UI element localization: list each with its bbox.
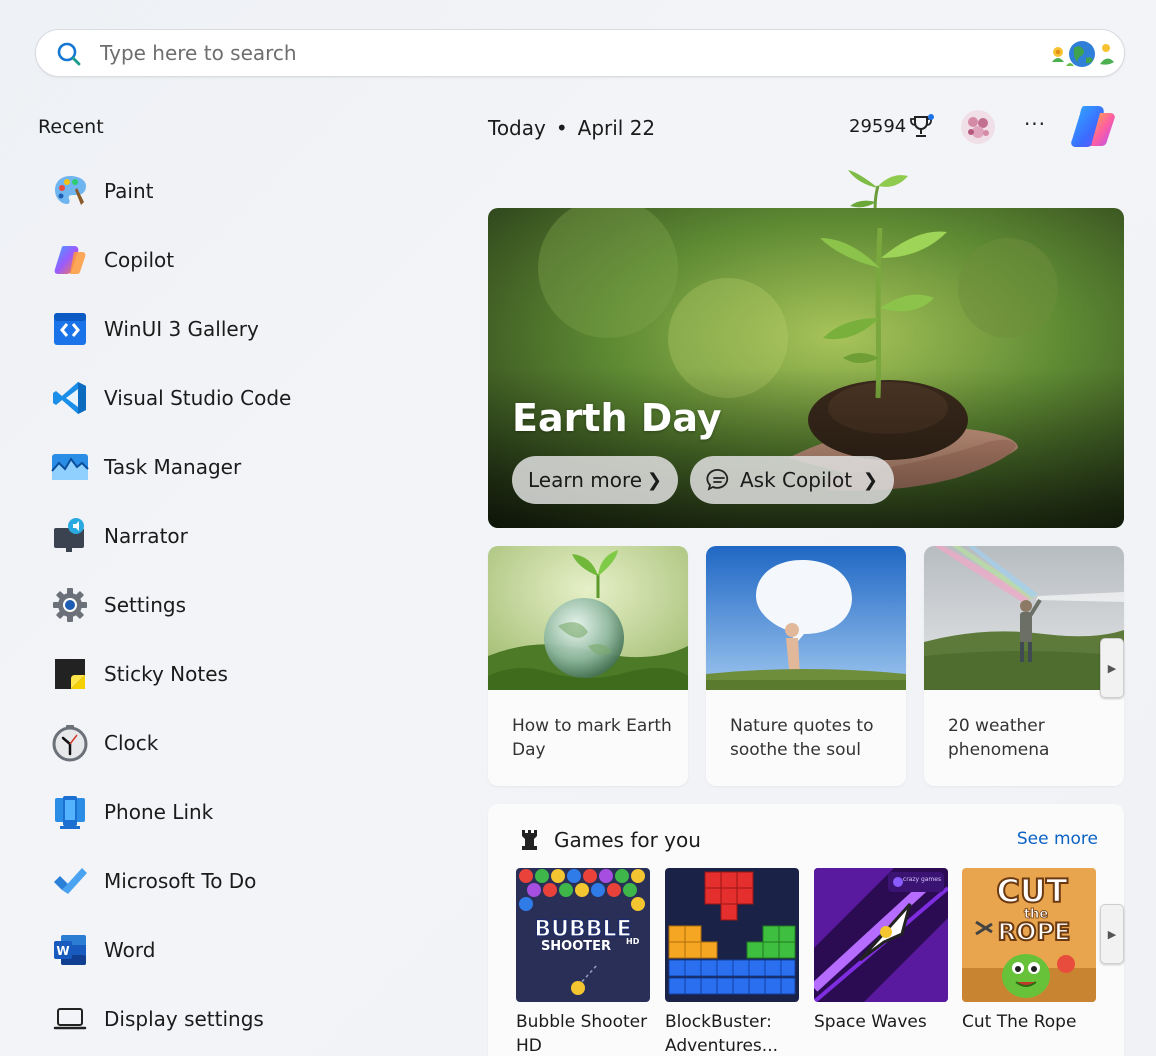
search-box[interactable] xyxy=(35,29,1125,77)
caret-right-icon: ▶ xyxy=(1107,927,1117,941)
narrator-icon xyxy=(50,516,90,556)
recent-item-label: Visual Studio Code xyxy=(104,385,292,410)
cut-the-rope-thumbnail: CUT the ROPE xyxy=(962,868,1096,1002)
bubble-art-line2: SHOOTER xyxy=(541,939,611,954)
recent-item-task-manager[interactable]: Task Manager xyxy=(50,432,450,501)
learn-more-label: Learn more xyxy=(528,468,643,492)
game-name: Cut The Rope xyxy=(962,1012,1077,1032)
cards-scroll-right-button[interactable]: ▶ xyxy=(1100,638,1124,698)
ctr-art-line1: CUT xyxy=(996,872,1067,910)
recent-item-clock[interactable]: Clock xyxy=(50,708,450,777)
recent-item-copilot[interactable]: Copilot xyxy=(50,225,450,294)
recent-item-label: Settings xyxy=(104,592,187,617)
card-caption: 20 weather phenomena xyxy=(948,716,1050,760)
game-space-waves[interactable]: crazy games Space Waves xyxy=(814,868,948,1034)
recent-item-label: Microsoft To Do xyxy=(104,868,257,893)
recent-item-label: Narrator xyxy=(104,523,188,548)
see-more-link[interactable]: See more xyxy=(1017,829,1098,849)
recent-item-label: Word xyxy=(104,937,156,962)
bubble-art-badge: HD xyxy=(626,937,640,946)
learn-more-button[interactable]: Learn more ❯ xyxy=(512,456,678,504)
phone-link-icon xyxy=(50,792,90,832)
recent-item-label: WinUI 3 Gallery xyxy=(104,316,259,341)
game-name: BlockBuster: Adventures... xyxy=(665,1012,778,1056)
recent-item-label: Phone Link xyxy=(104,799,214,824)
recent-item-label: Task Manager xyxy=(104,454,242,479)
games-heading: Games for you xyxy=(554,828,701,852)
ctr-art-line3: ROPE xyxy=(998,918,1071,946)
separator-dot: • xyxy=(555,116,568,140)
recent-item-label: Sticky Notes xyxy=(104,661,228,686)
vscode-icon xyxy=(50,378,90,418)
chess-rook-icon xyxy=(522,830,537,850)
ask-copilot-label: Ask Copilot xyxy=(740,468,853,492)
recent-item-phone-link[interactable]: Phone Link xyxy=(50,777,450,846)
game-name: Space Waves xyxy=(814,1012,927,1032)
recent-item-display-settings[interactable]: Display settings xyxy=(50,984,450,1053)
blockbuster-thumbnail xyxy=(665,868,799,1002)
task-manager-icon xyxy=(50,447,90,487)
chevron-right-icon: ❯ xyxy=(646,469,662,491)
chat-bubble-icon xyxy=(706,469,729,491)
search-icon xyxy=(57,42,81,66)
space-waves-badge: crazy games xyxy=(903,876,941,883)
earth-day-icon[interactable] xyxy=(1048,36,1116,72)
recent-item-winui-gallery[interactable]: WinUI 3 Gallery xyxy=(50,294,450,363)
speech-balloon-image xyxy=(706,546,906,690)
today-label: Today xyxy=(488,116,546,140)
recent-item-label: Copilot xyxy=(104,247,175,272)
rewards-points[interactable]: 29594 xyxy=(849,116,906,137)
date-label: April 22 xyxy=(577,116,656,140)
game-blockbuster[interactable]: BlockBuster: Adventures... xyxy=(665,868,799,1056)
game-cut-the-rope[interactable]: CUT the ROPE Cut The Rope xyxy=(962,868,1096,1034)
card-caption: How to mark Earth Day xyxy=(512,716,672,760)
clock-icon xyxy=(50,723,90,763)
laptop-icon xyxy=(50,999,90,1039)
search-input[interactable] xyxy=(100,36,1000,70)
card-weather-phenomena[interactable]: 20 weather phenomena xyxy=(924,546,1124,786)
game-name: Bubble Shooter HD xyxy=(516,1012,648,1056)
recent-item-word[interactable]: W Word xyxy=(50,915,450,984)
copilot-button-icon[interactable] xyxy=(1070,103,1118,149)
recent-item-vscode[interactable]: Visual Studio Code xyxy=(50,363,450,432)
card-nature-quotes[interactable]: Nature quotes to soothe the soul xyxy=(706,546,906,786)
recent-heading: Recent xyxy=(38,116,104,138)
hero-title: Earth Day xyxy=(512,396,722,440)
recent-item-narrator[interactable]: Narrator xyxy=(50,501,450,570)
sticky-notes-icon xyxy=(50,654,90,694)
card-caption: Nature quotes to soothe the soul xyxy=(730,716,874,760)
recent-item-sticky-notes[interactable]: Sticky Notes xyxy=(50,639,450,708)
word-icon: W xyxy=(50,930,90,970)
space-waves-thumbnail: crazy games xyxy=(814,868,948,1002)
svg-text:W: W xyxy=(56,944,69,958)
card-earth-day[interactable]: How to mark Earth Day xyxy=(488,546,688,786)
copilot-icon xyxy=(50,240,90,280)
game-bubble-shooter[interactable]: BUBBLE SHOOTER HD Bubble Shooter HD xyxy=(516,868,650,1056)
avatar[interactable] xyxy=(961,110,995,144)
recent-item-label: Paint xyxy=(104,178,154,203)
bubble-shooter-thumbnail: BUBBLE SHOOTER HD xyxy=(516,868,650,1002)
recent-item-label: Clock xyxy=(104,730,159,755)
games-scroll-right-button[interactable]: ▶ xyxy=(1100,904,1124,964)
caret-right-icon: ▶ xyxy=(1107,661,1117,675)
recent-list: Paint Copilot WinUI 3 Gallery Visual Stu… xyxy=(50,156,450,1053)
games-panel: Games for you See more BUBBLE SHOOTER HD xyxy=(488,804,1124,1056)
winui-gallery-icon xyxy=(50,309,90,349)
chevron-right-icon: ❯ xyxy=(862,469,878,491)
earth-globe-plant-image xyxy=(488,546,688,690)
trophy-icon[interactable] xyxy=(907,113,935,141)
ask-copilot-button[interactable]: Ask Copilot ❯ xyxy=(690,456,894,504)
recent-item-todo[interactable]: Microsoft To Do xyxy=(50,846,450,915)
recent-item-settings[interactable]: Settings xyxy=(50,570,450,639)
rainbow-field-image xyxy=(924,546,1124,690)
recent-item-paint[interactable]: Paint xyxy=(50,156,450,225)
todo-icon xyxy=(50,861,90,901)
more-options-button[interactable]: ··· xyxy=(1020,113,1050,141)
paint-icon xyxy=(50,171,90,211)
recent-item-label: Display settings xyxy=(104,1006,264,1031)
earth-day-hero[interactable]: Earth Day Learn more ❯ Ask Copilot ❯ xyxy=(488,208,1124,528)
settings-icon xyxy=(50,585,90,625)
today-date: Today • April 22 xyxy=(488,116,655,140)
